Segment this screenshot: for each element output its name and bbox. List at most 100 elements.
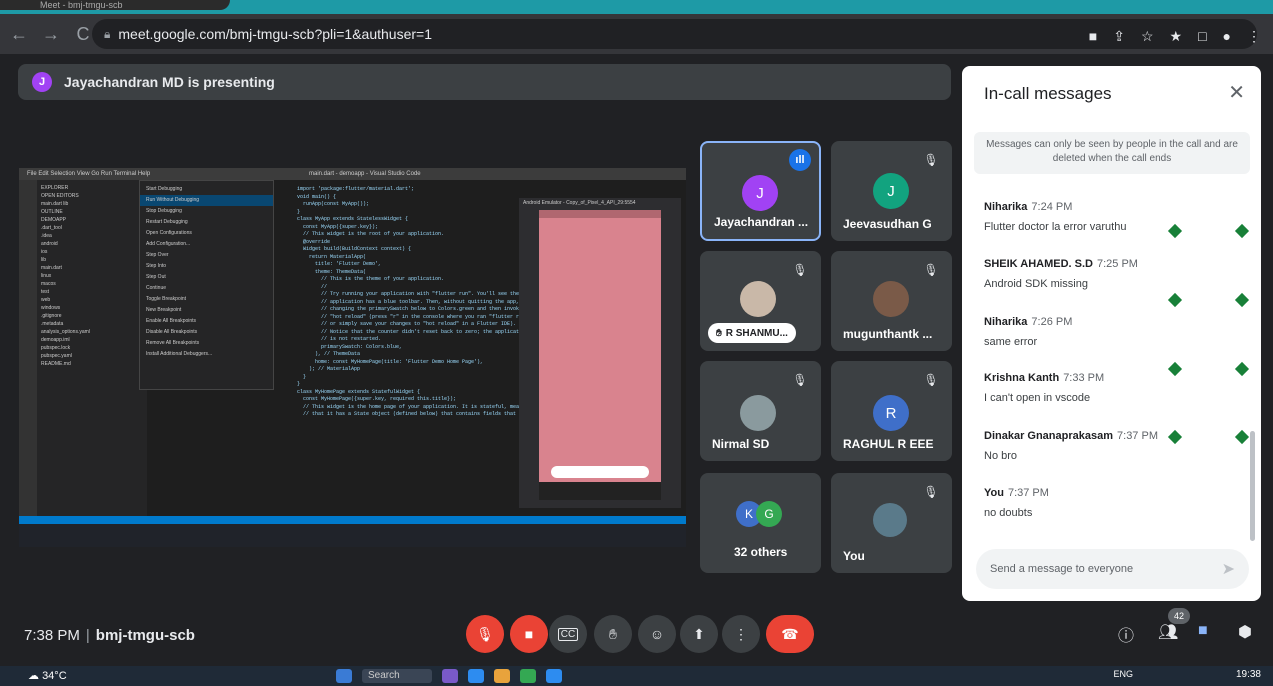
info-icon[interactable]: ⓘ (1118, 622, 1134, 646)
chat-input-placeholder: Send a message to everyone (990, 563, 1134, 575)
shared-screen: File Edit Selection View Go Run Terminal… (19, 168, 686, 547)
chat-message: Dinakar Gnanaprakasam 7:37 PM No bro (984, 430, 1158, 462)
hand-icon: ✋︎ (716, 327, 722, 339)
participant-name: mugunthantk ... (843, 327, 933, 341)
avatar: R (873, 395, 909, 431)
cloud-icon: ☁︎ (28, 670, 43, 682)
participant-tile[interactable]: 🎙︎ Nirmal SD (700, 361, 821, 461)
chrome-icon[interactable] (520, 669, 536, 683)
forward-arrow-icon[interactable]: → (38, 21, 64, 47)
explorer-item: EXPLORER (41, 185, 69, 191)
language-indicator[interactable]: ENG (1113, 669, 1133, 679)
run-menu-item: Remove All Breakpoints (146, 340, 200, 346)
emulator-title: Android Emulator - Copy_of_Pixel_4_API_2… (523, 200, 636, 206)
code-line: ); // MaterialApp (297, 366, 361, 372)
leave-call-button[interactable]: ☎︎ (766, 615, 814, 653)
chat-scrollbar[interactable] (1250, 431, 1255, 541)
explorer-item: OPEN EDITORS (41, 193, 79, 199)
back-arrow-icon[interactable]: ← (6, 21, 32, 47)
code-line: // Notice that the counter didn't reset … (297, 328, 529, 335)
app-icon[interactable] (468, 669, 484, 683)
code-line: // is not restarted. (297, 336, 382, 342)
meeting-code: bmj-tmgu-scb (95, 627, 195, 644)
message-text: I can't open in vscode (984, 392, 1091, 404)
participant-name: RAGHUL R EEE (843, 437, 934, 451)
reactions-button[interactable]: ☺︎ (638, 615, 676, 653)
chat-message: You 7:37 PM no doubts (984, 487, 1049, 519)
address-bar[interactable]: 🔒︎ meet.google.com/bmj-tmgu-scb?pli=1&au… (92, 19, 1257, 49)
people-count-badge: 42 (1168, 608, 1190, 624)
folder-icon[interactable] (494, 669, 510, 683)
run-menu-item: Disable All Breakpoints (146, 329, 198, 335)
explorer-item: windows (41, 305, 61, 311)
participant-tile[interactable]: ıll J Jayachandran ... (700, 141, 821, 241)
explorer-item: pubspec.yaml (41, 353, 72, 359)
phone-screen (539, 210, 661, 500)
participant-tile[interactable]: 🎙︎ J Jeevasudhan G (831, 141, 952, 241)
windows-start-icon[interactable] (336, 669, 352, 683)
url-text: meet.google.com/bmj-tmgu-scb?pli=1&authu… (118, 26, 433, 42)
participant-tile[interactable]: 🎙︎ ✋︎ R SHANMU... (700, 251, 821, 351)
self-tile[interactable]: 🎙︎ You (831, 473, 952, 573)
captions-button[interactable]: CC (549, 615, 587, 653)
reaction-dot-icon (1234, 223, 1250, 239)
mic-toggle-button[interactable]: 🎙︎ (466, 615, 504, 653)
extensions-icon[interactable]: ★ (1170, 28, 1183, 45)
code-line: const MyApp({super.key}); (297, 223, 379, 230)
emoji-icon: ☺︎ (649, 626, 665, 642)
code-line: } (297, 373, 307, 380)
presenting-banner: J Jayachandran MD is presenting (18, 64, 951, 100)
explorer-item: web (41, 297, 51, 303)
app-icon[interactable] (442, 669, 458, 683)
meeting-time: 7:38 PM (24, 627, 80, 644)
others-tile[interactable]: K G 32 others (700, 473, 821, 573)
raise-hand-button[interactable]: ✋︎ (594, 615, 632, 653)
system-clock[interactable]: 19:38 (1236, 669, 1261, 680)
avatar: J (873, 173, 909, 209)
camera-toggle-button[interactable]: ■ (510, 615, 548, 653)
share-icon[interactable]: ⇪ (1113, 28, 1125, 45)
run-menu-item: Step Over (146, 252, 169, 258)
run-menu-item: New Breakpoint (146, 307, 182, 313)
avatar: G (756, 501, 782, 527)
meeting-info: 7:38 PM | bmj-tmgu-scb (24, 627, 195, 644)
more-vert-icon[interactable]: ⋮ (1247, 28, 1261, 45)
star-icon[interactable]: ☆ (1141, 28, 1154, 45)
others-count: 32 others (734, 545, 788, 559)
camera-icon[interactable]: ■ (1089, 28, 1097, 45)
message-time: 7:33 PM (1063, 372, 1105, 384)
explorer-item: analysis_options.yaml (41, 329, 90, 335)
shared-taskbar (19, 524, 686, 547)
taskbar-search[interactable]: Search (362, 669, 432, 683)
present-button[interactable]: ⬆︎ (680, 615, 718, 653)
activities-icon[interactable]: ⬢ (1238, 622, 1252, 642)
run-menu-item: Step Into (146, 263, 167, 269)
more-options-button[interactable]: ⋮ (722, 615, 760, 653)
sidepanel-icon[interactable]: □ (1198, 28, 1206, 45)
participant-tile[interactable]: 🎙︎ R RAGHUL R EEE (831, 361, 952, 461)
profile-icon[interactable]: ● (1223, 28, 1231, 45)
lock-icon: 🔒︎ (104, 26, 111, 41)
people-icon[interactable]: 👥︎ (1158, 622, 1178, 642)
chat-input[interactable]: Send a message to everyone ➤ (976, 549, 1249, 589)
mic-off-icon: 🎙︎ (923, 153, 939, 167)
avatar (873, 503, 907, 537)
vscode-explorer: EXPLORER OPEN EDITORS main.dart lib OUTLINE… (37, 180, 147, 520)
android-emulator: Android Emulator - Copy_of_Pixel_4_API_2… (519, 198, 681, 508)
chat-icon[interactable]: ■ (1198, 622, 1208, 640)
weather-widget[interactable]: ☁︎ 34°C (28, 669, 67, 682)
reaction-dot-icon (1234, 429, 1250, 445)
close-icon[interactable]: ✕ (1228, 80, 1245, 105)
run-menu-item: Stop Debugging (146, 208, 182, 214)
run-menu-item: Install Additional Debuggers... (146, 351, 213, 357)
explorer-item: macos (41, 281, 56, 287)
send-icon[interactable]: ➤ (1222, 559, 1235, 579)
chat-title: In-call messages (984, 84, 1112, 103)
participant-tile[interactable]: 🎙︎ mugunthantk ... (831, 251, 952, 351)
more-vert-icon: ⋮ (734, 625, 748, 642)
reaction-dot-icon (1234, 292, 1250, 308)
browser-tab[interactable]: Meet - bmj-tmgu-scb (0, 0, 230, 10)
explorer-item: .gitignore (41, 313, 62, 319)
phone-statusbar (539, 210, 661, 218)
vscode-icon[interactable] (546, 669, 562, 683)
